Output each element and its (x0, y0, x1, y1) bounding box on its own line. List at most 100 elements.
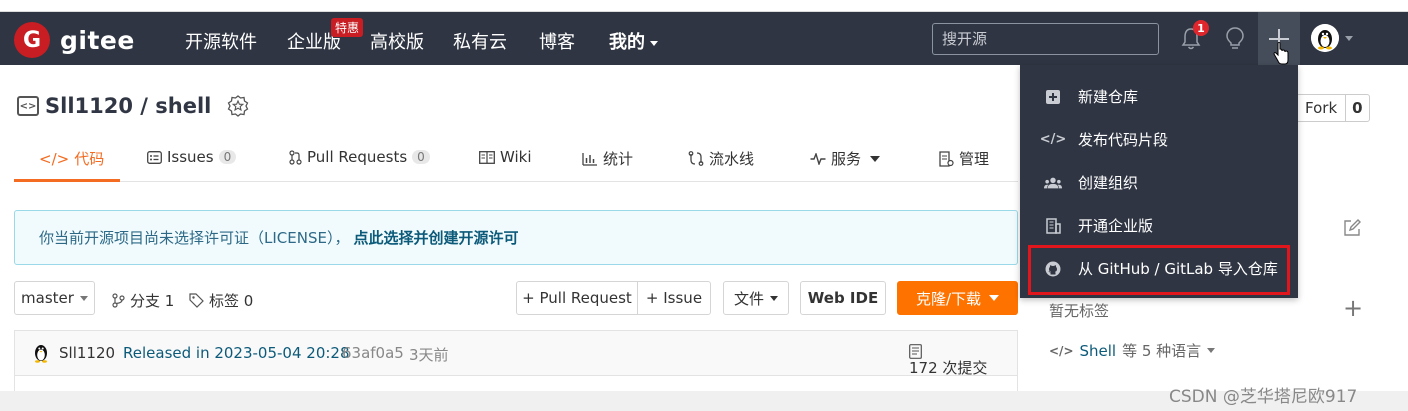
menu-item-organization-label: 创建组织 (1078, 174, 1139, 192)
pipeline-icon (688, 151, 704, 166)
tab-wiki[interactable]: Wiki (479, 148, 532, 166)
tab-issues[interactable]: Issues 0 (147, 148, 237, 166)
new-pull-request-button[interactable]: + Pull Request (516, 281, 638, 315)
tags-link[interactable]: 标签 0 (189, 290, 253, 311)
lightbulb-icon[interactable] (1224, 26, 1246, 52)
clone-download-label: 克隆/下载 (915, 289, 982, 308)
recommend-medal-icon[interactable] (227, 95, 249, 117)
red-highlight-box (1028, 245, 1290, 295)
csdn-watermark: CSDN @芝华塔尼欧917 (1169, 387, 1358, 407)
code-snippet-icon: </> (1039, 132, 1067, 147)
code-icon: </> (39, 149, 70, 168)
branches-link[interactable]: 分支 1 (112, 290, 174, 311)
penguin-avatar-icon (35, 345, 47, 363)
branch-select[interactable]: master (14, 281, 95, 315)
menu-item-code-snippet[interactable]: </> 发布代码片段 (1020, 118, 1298, 161)
tab-code[interactable]: </> 代码 (39, 148, 104, 169)
nav-open-source[interactable]: 开源软件 (185, 28, 257, 54)
repository-icon: <> (17, 96, 39, 116)
chevron-down-icon (79, 295, 88, 301)
tab-pipeline[interactable]: 流水线 (688, 148, 754, 169)
browser-top-strip (0, 0, 1408, 12)
license-notice: 你当前开源项目尚未选择许可证（LICENSE）， 点此选择并创建开源许可 (14, 210, 1018, 265)
chevron-down-icon (650, 40, 658, 46)
menu-item-code-snippet-label: 发布代码片段 (1078, 131, 1169, 149)
tab-stats[interactable]: 统计 (582, 148, 633, 169)
new-repo-icon (1044, 88, 1062, 106)
gitee-logo[interactable]: G gitee (14, 22, 135, 58)
special-offer-badge: 特惠 (331, 18, 364, 37)
menu-item-organization[interactable]: 创建组织 (1020, 161, 1298, 204)
repo-tabs: </> 代码 Issues 0 Pull Requests 0 Wiki 统计 … (14, 135, 1018, 182)
chevron-down-icon (989, 295, 1000, 301)
file-menu-label: 文件 (733, 289, 764, 308)
search-input[interactable] (932, 23, 1159, 55)
tab-wiki-label: Wiki (500, 148, 532, 166)
branch-icon (112, 293, 125, 308)
language-count: 等 5 种语言 (1122, 342, 1202, 360)
pull-request-icon (289, 149, 302, 165)
new-issue-button[interactable]: + Issue (637, 281, 711, 315)
web-ide-button[interactable]: Web IDE (800, 281, 886, 315)
tab-stats-label: 统计 (603, 150, 634, 168)
nav-mine-menu[interactable]: 我的 (609, 28, 658, 54)
manage-icon (939, 150, 954, 167)
tab-pipeline-label: 流水线 (709, 150, 755, 168)
edit-icon[interactable] (1343, 219, 1361, 237)
license-notice-text: 你当前开源项目尚未选择许可证（LICENSE）， (39, 229, 350, 247)
tab-manage-label: 管理 (959, 150, 990, 168)
menu-item-enterprise-label: 开通企业版 (1078, 217, 1154, 235)
fork-button[interactable]: Fork 0 (1296, 94, 1370, 122)
commit-message[interactable]: Released in 2023-05-04 20:28 (123, 344, 350, 362)
commit-hash[interactable]: 63af0a5 (342, 344, 404, 362)
chevron-down-icon (870, 155, 881, 162)
nav-blog[interactable]: 博客 (539, 28, 575, 54)
issues-icon (147, 150, 162, 164)
create-plus-button[interactable] (1258, 12, 1300, 65)
code-icon: </> (1049, 343, 1074, 358)
create-dropdown-menu: 新建仓库 </> 发布代码片段 创建组织 开通企业版 从 GitHub / Gi… (1020, 65, 1298, 298)
tab-code-label: 代码 (74, 150, 105, 168)
chevron-down-icon (1345, 35, 1353, 41)
repo-title[interactable]: Sll1120 / shell (45, 94, 211, 118)
chevron-down-icon (1207, 348, 1216, 353)
fork-label: Fork (1305, 99, 1338, 117)
repo-toolbar: master 分支 1 标签 0 + Pull Request + Issue … (14, 281, 1018, 316)
add-tag-button[interactable]: + (1343, 296, 1363, 320)
notification-count-badge: 1 (1193, 20, 1209, 36)
enterprise-icon (1044, 217, 1062, 235)
user-menu[interactable] (1311, 24, 1353, 52)
latest-commit-row: Sll1120 Released in 2023-05-04 20:28 63a… (15, 331, 1017, 377)
hand-cursor-icon (1273, 42, 1289, 65)
nav-private-cloud[interactable]: 私有云 (453, 28, 507, 54)
language-summary[interactable]: </> Shell 等 5 种语言 (1049, 340, 1216, 361)
nav-university[interactable]: 高校版 (370, 28, 424, 54)
create-license-link[interactable]: 点此选择并创建开源许可 (353, 227, 518, 248)
repo-header: <> Sll1120 / shell (17, 94, 249, 118)
branches-label: 分支 1 (130, 292, 175, 310)
tags-label: 标签 0 (209, 292, 254, 310)
branch-select-label: master (21, 289, 74, 307)
penguin-avatar-icon (1311, 24, 1339, 52)
menu-item-enterprise[interactable]: 开通企业版 (1020, 204, 1298, 247)
commit-time: 3天前 (409, 346, 449, 364)
commit-author[interactable]: Sll1120 (59, 344, 115, 362)
file-menu-button[interactable]: 文件 (723, 281, 789, 315)
pull-requests-count: 0 (412, 150, 430, 164)
tab-issues-label: Issues (167, 148, 214, 166)
clone-download-button[interactable]: 克隆/下载 (897, 281, 1018, 315)
commit-count-link[interactable]: 172 次提交 (909, 344, 987, 377)
tab-pull-requests[interactable]: Pull Requests 0 (289, 148, 430, 166)
tab-service-label: 服务 (831, 150, 862, 168)
top-navbar: G gitee 开源软件 企业版 特惠 高校版 私有云 博客 我的 1 (0, 12, 1408, 65)
no-tags-text: 暂无标签 (1049, 302, 1110, 320)
service-icon (810, 152, 826, 165)
tag-icon (189, 293, 204, 308)
tab-service[interactable]: 服务 (810, 148, 881, 169)
menu-item-new-repo-label: 新建仓库 (1078, 88, 1139, 106)
commit-count: 172 次提交 (909, 359, 988, 377)
gitee-logo-icon: G (14, 22, 50, 58)
menu-item-new-repo[interactable]: 新建仓库 (1020, 75, 1298, 118)
tab-manage[interactable]: 管理 (939, 148, 989, 169)
active-tab-indicator (14, 179, 120, 182)
